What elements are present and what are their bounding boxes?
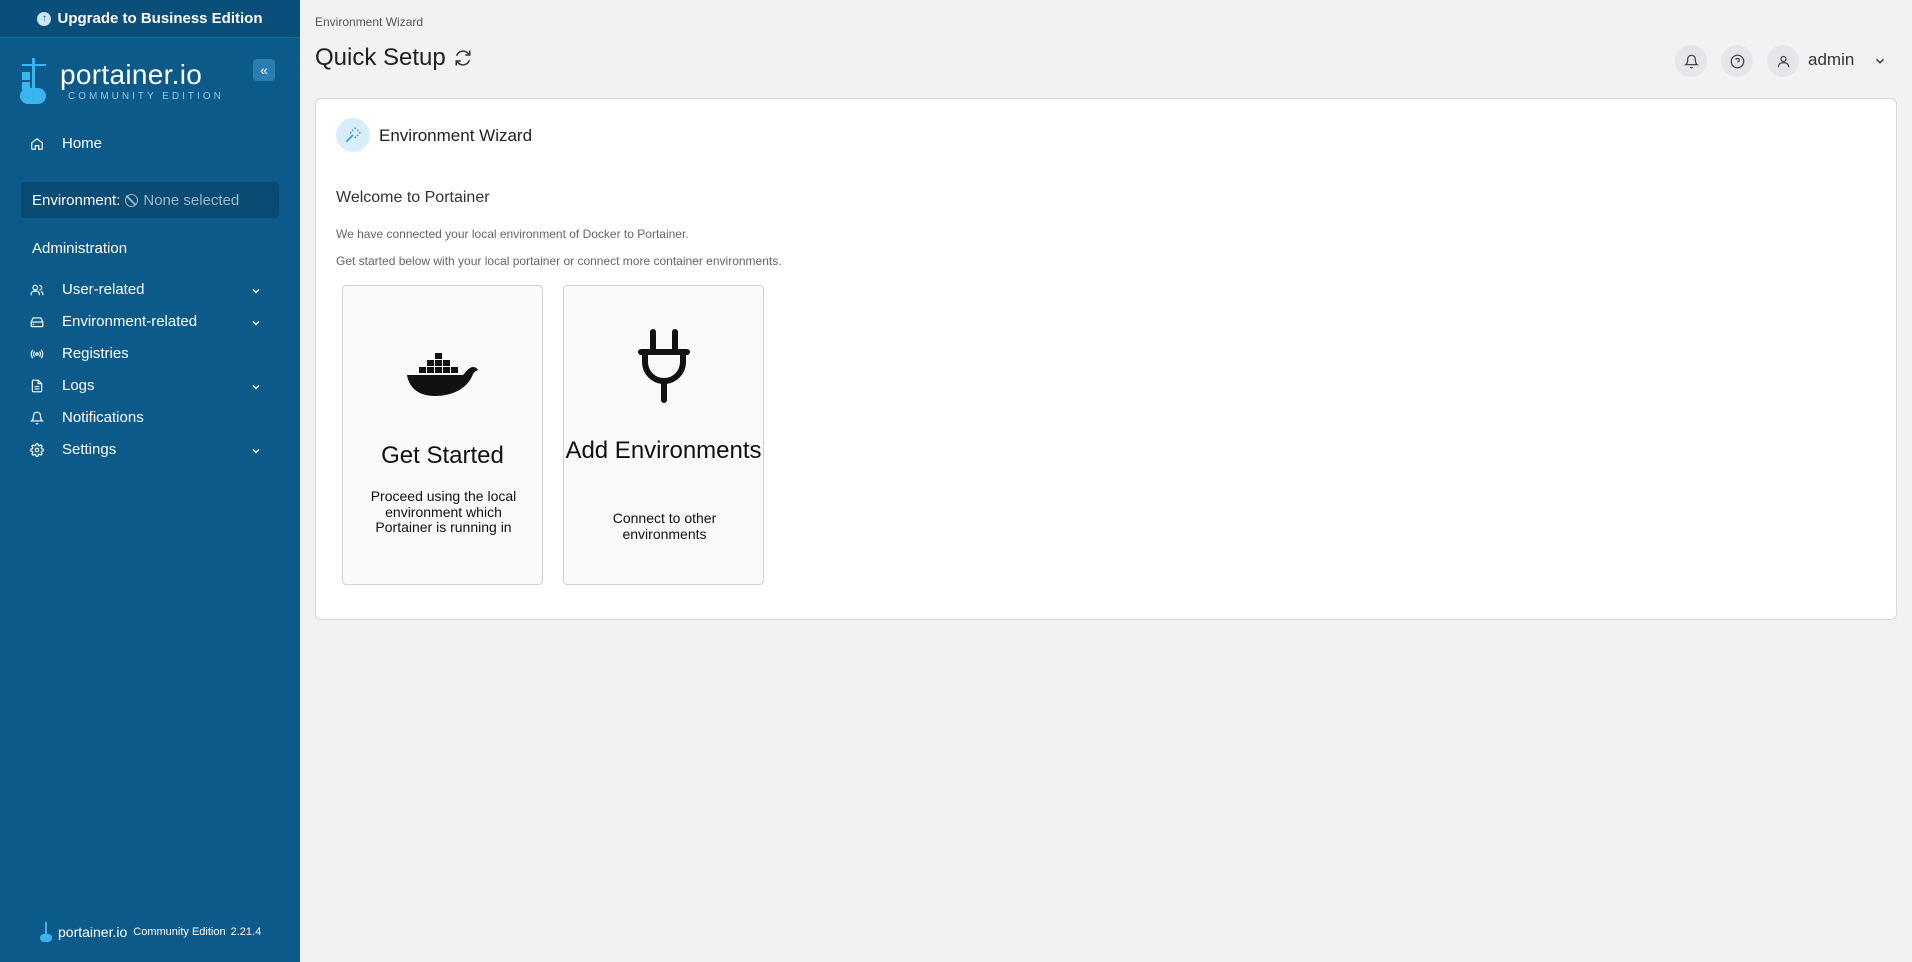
- environment-label: Environment:: [32, 191, 121, 209]
- plug-icon: [637, 329, 690, 403]
- upgrade-label: Upgrade to Business Edition: [57, 10, 263, 27]
- user-icon: [1777, 55, 1789, 67]
- get-started-card[interactable]: Get Started Proceed using the local envi…: [342, 285, 543, 585]
- arrow-up-circle-icon: ↑: [37, 11, 52, 26]
- add-environments-card[interactable]: Add Environments Connect to other enviro…: [563, 285, 764, 585]
- bell-icon: [1683, 54, 1699, 68]
- sidebar-item-label: Settings: [62, 441, 117, 458]
- user-name[interactable]: admin: [1808, 50, 1854, 70]
- chevron-down-icon[interactable]: [250, 317, 262, 329]
- card-description: Connect to other environments: [612, 510, 717, 542]
- user-avatar-button[interactable]: [1767, 45, 1799, 77]
- collapse-sidebar-button[interactable]: «: [253, 59, 275, 81]
- sidebar-item-registries[interactable]: Registries: [30, 345, 129, 362]
- users-icon: [30, 283, 44, 297]
- environment-value: None selected: [143, 191, 240, 209]
- portainer-crane-icon: [20, 58, 54, 104]
- card-title: Add Environments: [565, 437, 762, 464]
- sidebar-item-label: Notifications: [62, 409, 144, 426]
- sidebar-item-label: Registries: [62, 345, 129, 362]
- environment-wizard-panel: Environment Wizard Welcome to Portainer …: [315, 98, 1897, 620]
- sidebar-footer: portainer.io Community Edition 2.21.4: [40, 922, 261, 942]
- footer-name: portainer.io: [58, 924, 128, 940]
- sidebar-item-user-related[interactable]: User-related: [30, 281, 145, 298]
- wand-icon: [336, 118, 370, 152]
- notifications-button[interactable]: [1675, 45, 1707, 77]
- welcome-description-1: We have connected your local environment…: [336, 227, 689, 241]
- hard-drive-icon: [30, 315, 44, 329]
- bell-icon: [30, 411, 44, 425]
- sidebar-item-settings[interactable]: Settings: [30, 441, 116, 458]
- chevron-down-icon[interactable]: [250, 381, 262, 393]
- sidebar-item-label: User-related: [62, 281, 145, 298]
- portainer-logo[interactable]: portainer.io COMMUNITY EDITION: [20, 58, 224, 104]
- help-button[interactable]: [1721, 45, 1753, 77]
- radio-icon: [30, 347, 44, 361]
- sidebar-item-logs[interactable]: Logs: [30, 377, 95, 394]
- breadcrumb: Environment Wizard: [315, 15, 424, 29]
- sidebar-item-home[interactable]: Home: [30, 135, 102, 152]
- gear-icon: [30, 442, 44, 457]
- logo-name: portainer.io: [60, 58, 203, 90]
- home-icon: [30, 137, 44, 151]
- sidebar-item-label: Logs: [62, 377, 95, 394]
- sidebar-item-label: Home: [62, 135, 103, 152]
- chevrons-left-icon: «: [260, 62, 268, 78]
- footer-edition: Community Edition: [133, 926, 226, 938]
- card-description: Proceed using the local environment whic…: [370, 488, 517, 536]
- file-text-icon: [30, 379, 44, 393]
- chevron-down-icon[interactable]: [1873, 54, 1887, 68]
- logo-edition: COMMUNITY EDITION: [68, 90, 224, 102]
- page-title: Quick Setup: [315, 44, 446, 71]
- welcome-description-2: Get started below with your local portai…: [336, 254, 782, 268]
- portainer-mini-logo-icon: [40, 922, 52, 942]
- card-title: Get Started: [381, 442, 504, 469]
- sidebar-item-label: Environment-related: [62, 313, 198, 330]
- upgrade-button[interactable]: ↑ Upgrade to Business Edition: [0, 0, 300, 38]
- page-title-row: Quick Setup: [315, 44, 472, 72]
- footer-version: 2.21.4: [230, 926, 262, 938]
- administration-section-title: Administration: [32, 240, 128, 257]
- chevron-down-icon[interactable]: [250, 285, 262, 297]
- chevron-down-icon[interactable]: [250, 445, 262, 457]
- sidebar: ↑ Upgrade to Business Edition portainer.…: [0, 0, 300, 962]
- sidebar-item-environment-related[interactable]: Environment-related: [30, 313, 197, 330]
- panel-title: Environment Wizard: [379, 126, 533, 145]
- help-circle-icon: [1730, 54, 1744, 68]
- sidebar-item-notifications[interactable]: Notifications: [30, 409, 144, 426]
- environment-selector[interactable]: Environment: None selected: [21, 182, 279, 218]
- docker-whale-icon: [406, 353, 478, 396]
- welcome-heading: Welcome to Portainer: [336, 189, 490, 206]
- refresh-icon[interactable]: [454, 49, 472, 67]
- ban-icon: [125, 193, 139, 207]
